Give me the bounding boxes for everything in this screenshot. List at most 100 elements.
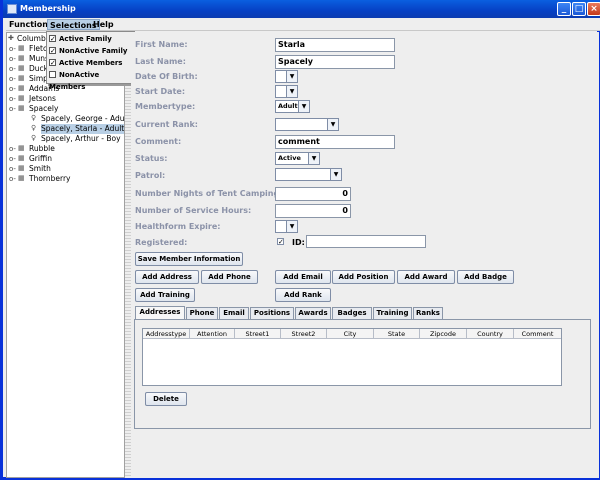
- checkbox-icon: ✓: [49, 34, 56, 43]
- add-training-button[interactable]: Add Training: [135, 288, 195, 302]
- menu-item-active-members[interactable]: ✓ Active Members: [49, 57, 122, 69]
- menu-item-nonactive-family[interactable]: ✓ NonActive Family: [49, 45, 127, 57]
- tab-ranks[interactable]: Ranks: [413, 307, 443, 319]
- family-icon: ▦: [18, 54, 25, 62]
- add-rank-button[interactable]: Add Rank: [275, 288, 331, 302]
- column-header[interactable]: Attention: [190, 329, 235, 339]
- save-member-button[interactable]: Save Member Information: [135, 252, 243, 266]
- expand-icon[interactable]: o-: [9, 74, 17, 84]
- dropdown-arrow-icon: ▼: [330, 169, 341, 180]
- patrol-label: Patrol:: [135, 171, 166, 180]
- menu-help[interactable]: Help: [91, 19, 116, 30]
- service-hours-field[interactable]: 0: [275, 204, 351, 218]
- expand-icon[interactable]: o-: [9, 144, 17, 154]
- membertype-label: Membertype:: [135, 102, 196, 111]
- current-rank-select[interactable]: ▼: [275, 118, 339, 131]
- menu-item-active-family[interactable]: ✓ Active Family: [49, 33, 112, 45]
- tree-family[interactable]: Thornberry: [29, 174, 70, 184]
- expand-icon[interactable]: o-: [9, 164, 17, 174]
- delete-button[interactable]: Delete: [145, 392, 187, 406]
- collapse-icon[interactable]: o-: [9, 104, 17, 114]
- tab-training[interactable]: Training: [373, 307, 412, 319]
- family-icon: ▦: [18, 144, 25, 152]
- menu-item-nonactive-members[interactable]: NonActive Members: [49, 69, 134, 91]
- last-name-field[interactable]: Spacely: [275, 55, 395, 69]
- app-icon: [7, 4, 17, 14]
- tree-member[interactable]: Spacely, Arthur - Boy: [41, 134, 121, 144]
- dob-picker[interactable]: ▼: [275, 70, 298, 83]
- column-header[interactable]: Country: [467, 329, 514, 339]
- tab-awards[interactable]: Awards: [295, 307, 331, 319]
- start-date-picker[interactable]: ▼: [275, 85, 298, 98]
- minimize-icon[interactable]: _: [557, 2, 571, 16]
- last-name-label: Last Name:: [135, 57, 186, 66]
- dropdown-arrow-icon: ▼: [327, 119, 338, 130]
- healthform-picker[interactable]: ▼: [275, 220, 298, 233]
- tree-family[interactable]: Rubble: [29, 144, 55, 154]
- family-icon: ▦: [18, 174, 25, 182]
- tree-root-icon: ✚: [8, 34, 14, 42]
- membership-window: Membership _ □ × Functions Selections He…: [0, 0, 600, 480]
- column-header[interactable]: State: [374, 329, 420, 339]
- tab-positions[interactable]: Positions: [250, 307, 294, 319]
- add-award-button[interactable]: Add Award: [397, 270, 455, 284]
- column-header[interactable]: Comment: [514, 329, 561, 339]
- current-rank-label: Current Rank:: [135, 120, 198, 129]
- tree-family[interactable]: Smith: [29, 164, 51, 174]
- tree-member[interactable]: Spacely, George - Adult: [41, 114, 130, 124]
- expand-icon[interactable]: o-: [9, 154, 17, 164]
- tab-email[interactable]: Email: [219, 307, 249, 319]
- expand-icon[interactable]: o-: [9, 64, 17, 74]
- maximize-icon[interactable]: □: [572, 2, 586, 16]
- expand-icon[interactable]: o-: [9, 94, 17, 104]
- expand-icon[interactable]: o-: [9, 84, 17, 94]
- add-position-button[interactable]: Add Position: [332, 270, 395, 284]
- column-header[interactable]: Street1: [235, 329, 281, 339]
- close-icon[interactable]: ×: [587, 2, 600, 16]
- add-address-button[interactable]: Add Address: [135, 270, 199, 284]
- tree-family[interactable]: Spacely: [29, 104, 58, 114]
- member-tree[interactable]: ✚ Columbus o- ▦ Fletc o- ▦ Muns o- ▦ Duc…: [6, 32, 130, 478]
- tree-family[interactable]: Fletc: [29, 44, 47, 54]
- checkbox-icon: ✓: [49, 46, 56, 55]
- expand-icon[interactable]: o-: [9, 174, 17, 184]
- selections-dropdown: ✓ Active Family ✓ NonActive Family ✓ Active…: [46, 31, 135, 91]
- menu-bar: Functions Selections Help: [6, 18, 600, 31]
- status-select[interactable]: Active ▼: [275, 152, 320, 165]
- family-icon: ▦: [18, 164, 25, 172]
- first-name-field[interactable]: Starla: [275, 38, 395, 52]
- member-icon: ♀: [31, 134, 37, 142]
- comment-field[interactable]: comment: [275, 135, 395, 149]
- add-email-button[interactable]: Add Email: [275, 270, 331, 284]
- expand-icon[interactable]: o-: [9, 44, 17, 54]
- membertype-select[interactable]: Adult ▼: [275, 100, 310, 113]
- tab-badges[interactable]: Badges: [332, 307, 372, 319]
- tree-family[interactable]: Griffin: [29, 154, 52, 164]
- dropdown-arrow-icon: ▼: [286, 86, 297, 97]
- addresses-tab-panel: Addresstype Attention Street1 Street2 Ci…: [134, 319, 591, 429]
- start-date-label: Start Date:: [135, 87, 186, 96]
- tab-addresses[interactable]: Addresses: [135, 306, 185, 319]
- nights-camping-field[interactable]: 0: [275, 187, 351, 201]
- tree-member-selected[interactable]: Spacely, Starla - Adult: [41, 124, 125, 134]
- tree-family[interactable]: Jetsons: [29, 94, 56, 104]
- column-header[interactable]: Addresstype: [143, 329, 190, 339]
- column-header[interactable]: Street2: [281, 329, 327, 339]
- healthform-label: Healthform Expire:: [135, 222, 221, 231]
- patrol-select[interactable]: ▼: [275, 168, 342, 181]
- add-badge-button[interactable]: Add Badge: [457, 270, 514, 284]
- expand-icon[interactable]: o-: [9, 54, 17, 64]
- tab-phone[interactable]: Phone: [186, 307, 218, 319]
- column-header[interactable]: City: [327, 329, 374, 339]
- address-table[interactable]: Addresstype Attention Street1 Street2 Ci…: [142, 328, 562, 386]
- column-header[interactable]: Zipcode: [420, 329, 467, 339]
- dropdown-arrow-icon: ▼: [286, 71, 297, 82]
- id-field[interactable]: [306, 235, 426, 248]
- comment-label: Comment:: [135, 137, 182, 146]
- family-icon: ▦: [18, 94, 25, 102]
- registered-checkbox[interactable]: ✓: [277, 238, 284, 246]
- registered-label: Registered:: [135, 238, 188, 247]
- add-phone-button[interactable]: Add Phone: [201, 270, 258, 284]
- family-icon: ▦: [18, 44, 25, 52]
- id-label: ID:: [292, 238, 305, 247]
